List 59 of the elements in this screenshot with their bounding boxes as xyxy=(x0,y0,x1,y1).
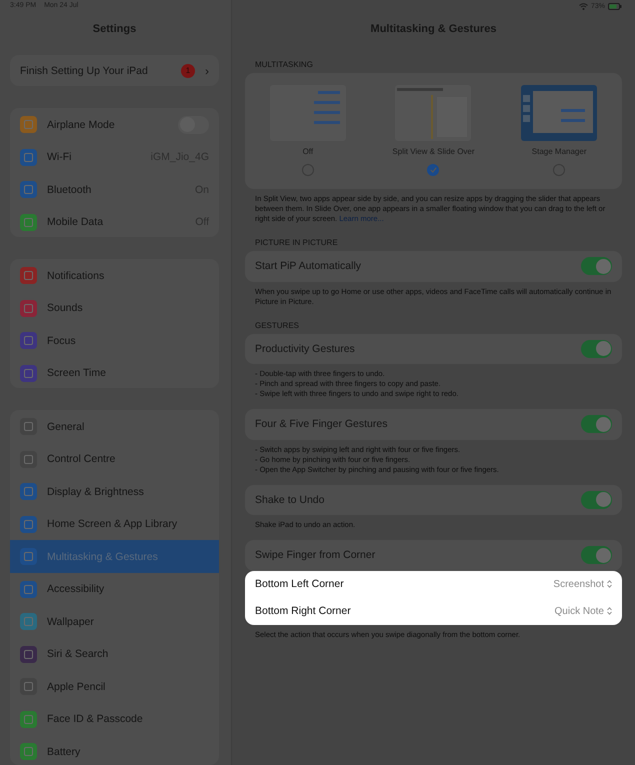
row-label: Shake to Undo xyxy=(255,494,326,506)
sidebar-item[interactable]: Sounds xyxy=(10,292,219,324)
item-label: Accessibility xyxy=(47,583,106,596)
item-label: Wallpaper xyxy=(47,616,95,628)
row-label: Productivity Gestures xyxy=(255,342,356,355)
item-label: Notifications xyxy=(47,270,106,282)
item-label: Sounds xyxy=(47,302,84,314)
item-label: Apple Pencil xyxy=(47,680,106,693)
row-label: Bottom Right Corner xyxy=(255,605,352,617)
sidebar-item[interactable]: Focus xyxy=(10,324,219,357)
picker-value[interactable]: Screenshot xyxy=(553,578,612,590)
item-label: Airplane Mode xyxy=(47,118,116,131)
toggle-switch[interactable] xyxy=(581,340,612,358)
sidebar-item[interactable]: Control Centre xyxy=(10,442,219,476)
item-label: Home Screen & App Library xyxy=(47,518,178,530)
sidebar-item[interactable]: Battery xyxy=(10,735,219,765)
item-label: General xyxy=(47,420,86,433)
sidebar-item[interactable]: Face ID & Passcode xyxy=(10,702,219,736)
sidebar-item[interactable]: Wallpaper xyxy=(10,605,219,638)
sidebar-item[interactable]: Siri & Search xyxy=(10,638,219,670)
row-label: Start PiP Automatically xyxy=(255,260,362,272)
item-label: Bluetooth xyxy=(47,184,92,196)
row-label: Swipe Finger from Corner xyxy=(255,549,376,562)
notification-badge: 1 xyxy=(181,64,195,78)
item-label: Battery xyxy=(47,746,82,758)
checkmark-icon xyxy=(430,167,437,173)
toggle-switch[interactable] xyxy=(581,490,612,509)
row-label: Bottom Left Corner xyxy=(255,578,345,590)
radio-button[interactable] xyxy=(427,164,440,176)
row-label: Four & Five Finger Gestures xyxy=(255,418,388,430)
item-label: Wi-Fi xyxy=(47,151,72,164)
toggle-switch[interactable] xyxy=(581,257,612,276)
toggle-switch[interactable] xyxy=(581,415,612,434)
item-label: Mobile Data xyxy=(47,216,104,228)
chevron-text: › xyxy=(205,64,209,78)
setup-label: Finish Setting Up Your iPad xyxy=(20,64,149,77)
up-down-chevron-icon xyxy=(607,607,612,615)
sidebar-item[interactable]: Airplane Mode xyxy=(10,108,219,141)
item-label: Multitasking & Gestures xyxy=(47,550,159,563)
wifi-icon xyxy=(578,2,588,10)
sidebar-item[interactable]: Multitasking & Gestures xyxy=(10,540,219,573)
item-label: Face ID & Passcode xyxy=(47,713,144,726)
sidebar-item[interactable]: General xyxy=(10,410,219,443)
toggle-switch[interactable] xyxy=(581,546,612,564)
sidebar-item[interactable]: Apple Pencil xyxy=(10,670,219,703)
item-label: Focus xyxy=(47,334,77,347)
item-label: Control Centre xyxy=(47,453,116,466)
picker-value[interactable]: Quick Note xyxy=(554,606,612,616)
setup-row[interactable]: Finish Setting Up Your iPad 1 › xyxy=(10,54,219,86)
item-label: Screen Time xyxy=(47,367,107,380)
sidebar-item[interactable]: Notifications xyxy=(10,259,219,292)
sidebar-item[interactable]: Accessibility xyxy=(10,572,219,606)
sidebar-item[interactable]: Screen Time xyxy=(10,356,219,388)
item-label: Display & Brightness xyxy=(47,486,145,498)
battery-icon xyxy=(608,2,622,10)
up-down-chevron-icon xyxy=(607,580,612,588)
sidebar-item[interactable]: Home Screen & App Library xyxy=(10,508,219,540)
sidebar-item[interactable]: Display & Brightness xyxy=(10,475,219,508)
item-label: Siri & Search xyxy=(47,648,110,660)
